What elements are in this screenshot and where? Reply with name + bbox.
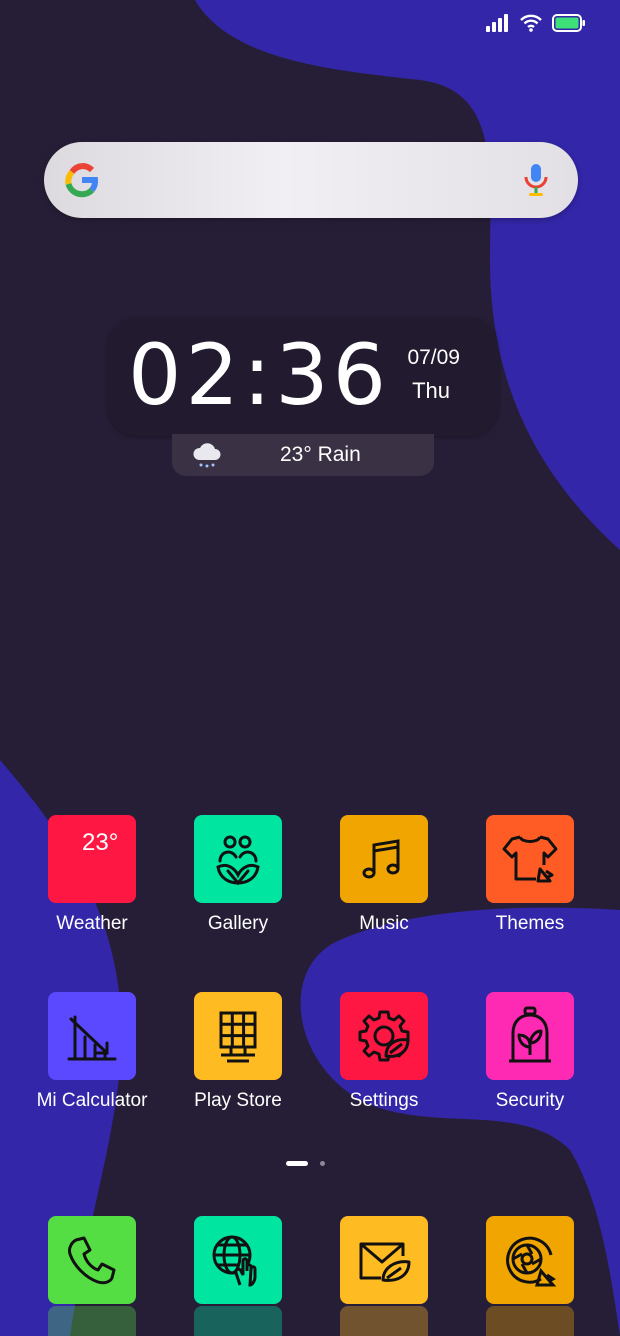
globe-hand-icon: [212, 1235, 257, 1287]
app-themes[interactable]: Themes: [468, 815, 592, 935]
status-bar: [486, 14, 586, 32]
app-label: Mi Calculator: [36, 1090, 148, 1111]
reflection: [340, 1306, 428, 1336]
gear-leaf-icon: [358, 1010, 410, 1062]
mic-icon[interactable]: [524, 162, 548, 198]
weather-summary: 23° Rain: [280, 443, 361, 466]
weather-tile-temp: 23°: [82, 829, 119, 856]
app-label: Security: [495, 1090, 565, 1111]
battery-icon: [552, 14, 585, 32]
app-label: Gallery: [207, 913, 269, 934]
reflection: [48, 1306, 136, 1336]
clock-date: 07/09: [407, 346, 460, 369]
chart-down-icon: [67, 1015, 117, 1061]
app-label: Music: [359, 913, 409, 934]
reflection: [486, 1306, 574, 1336]
rain-cloud-icon: [193, 443, 221, 468]
app-mi-calculator[interactable]: Mi Calculator: [30, 992, 154, 1112]
clock-time: 02:36: [128, 326, 391, 424]
wifi-icon: [520, 14, 542, 32]
dock-phone[interactable]: [30, 1216, 154, 1336]
weather-icon: 23°: [48, 815, 136, 903]
clock-day: Thu: [412, 378, 450, 403]
dock-camera[interactable]: [468, 1216, 592, 1336]
signal-icon: [486, 14, 508, 32]
google-logo-icon: [65, 163, 99, 198]
app-label: Themes: [495, 913, 565, 934]
camera-lens-icon: [506, 1236, 557, 1287]
plant-jar-icon: [509, 1006, 551, 1063]
phone-icon: [68, 1236, 116, 1285]
page-indicator[interactable]: [286, 1161, 325, 1166]
reflection: [194, 1306, 282, 1336]
app-label: Weather: [56, 913, 128, 934]
dock-browser[interactable]: [176, 1216, 300, 1336]
tshirt-icon: [502, 835, 558, 883]
app-weather[interactable]: 23° Weather: [30, 815, 154, 935]
app-music[interactable]: Music: [322, 815, 446, 935]
app-gallery[interactable]: Gallery: [176, 815, 300, 935]
page-dot-active[interactable]: [286, 1161, 308, 1166]
app-play-store[interactable]: Play Store: [176, 992, 300, 1112]
clock-widget[interactable]: 02:36 07/09 Thu: [108, 318, 498, 436]
mail-leaf-icon: [359, 1242, 411, 1282]
page-dot[interactable]: [320, 1161, 325, 1166]
music-note-icon: [362, 839, 400, 879]
app-settings[interactable]: Settings: [322, 992, 446, 1112]
store-grid-icon: [219, 1011, 257, 1063]
app-label: Play Store: [194, 1090, 282, 1111]
search-bar[interactable]: [44, 142, 578, 218]
gallery-icon: [216, 835, 260, 886]
dock-mail[interactable]: [322, 1216, 446, 1336]
weather-widget[interactable]: 23° Rain: [172, 434, 434, 476]
app-label: Settings: [349, 1090, 419, 1111]
app-security[interactable]: Security: [468, 992, 592, 1112]
